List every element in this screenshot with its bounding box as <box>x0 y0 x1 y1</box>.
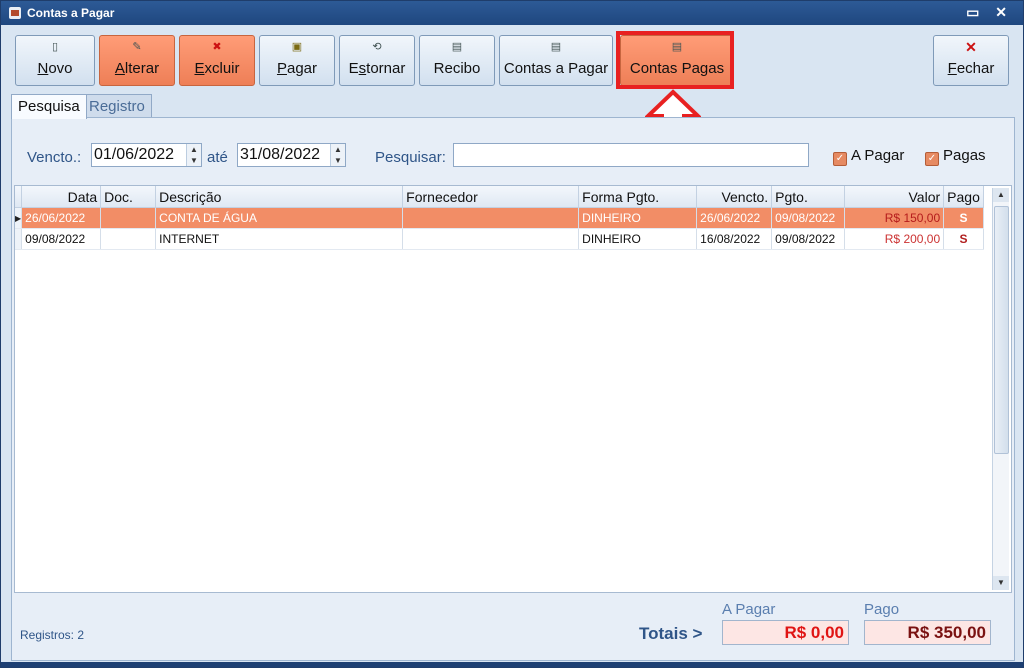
taskbar-edge <box>1 662 1023 667</box>
new-document-icon: ▯ <box>51 41 59 53</box>
date-from-field[interactable]: 01/06/2022 ▲ ▼ <box>91 143 202 167</box>
contas-a-pagar-button[interactable]: ▤ Contas a Pagar <box>499 35 613 86</box>
fechar-button[interactable]: ✕ Fechar <box>933 35 1009 86</box>
delete-icon: ✖ <box>212 41 222 53</box>
date-from-spinner[interactable]: ▲ ▼ <box>186 144 201 166</box>
app-icon <box>9 7 21 19</box>
a-pagar-total-label: A Pagar <box>722 601 776 618</box>
pago-total-value: R$ 350,00 <box>864 620 991 645</box>
recibo-button[interactable]: ▤ Recibo <box>419 35 495 86</box>
pagar-button[interactable]: ▣ Pagar <box>259 35 335 86</box>
reverse-icon: ⟲ <box>372 41 382 53</box>
totais-label: Totais > <box>639 624 703 643</box>
a-pagar-checkbox[interactable]: ✓ A Pagar <box>833 147 904 166</box>
checkbox-checked-icon: ✓ <box>925 152 939 166</box>
filter-bar: Vencto.: 01/06/2022 ▲ ▼ até 31/08/2022 ▲ ▼… <box>12 142 1014 172</box>
close-red-icon: ✕ <box>965 39 977 55</box>
toolbar: ▯ Novo ✎ Alterar ✖ Excluir ▣ Pagar ⟲ Est… <box>11 31 1017 89</box>
edit-icon: ✎ <box>132 41 142 53</box>
excluir-button[interactable]: ✖ Excluir <box>179 35 255 86</box>
date-to-spinner[interactable]: ▲ ▼ <box>330 144 345 166</box>
vencto-label: Vencto.: <box>27 149 82 166</box>
pesquisa-panel: Vencto.: 01/06/2022 ▲ ▼ até 31/08/2022 ▲ ▼… <box>11 117 1015 661</box>
receipt-icon: ▤ <box>451 41 463 53</box>
table-row[interactable]: 09/08/2022 INTERNET DINHEIRO 16/08/2022 … <box>15 228 984 250</box>
scroll-thumb[interactable] <box>994 206 1009 454</box>
col-pgto[interactable]: Pgto. <box>771 186 846 208</box>
scroll-down-icon[interactable]: ▼ <box>993 576 1009 590</box>
row-indicator-header <box>15 186 23 208</box>
tab-registro[interactable]: Registro <box>82 94 152 118</box>
report-icon: ▤ <box>550 41 562 53</box>
table-row[interactable]: ▶ 26/06/2022 CONTA DE ÁGUA DINHEIRO 26/0… <box>15 207 984 229</box>
vertical-scrollbar[interactable]: ▲ ▼ <box>992 188 1009 590</box>
grid-header-row: Data Doc. Descrição Fornecedor Forma Pgt… <box>15 186 984 208</box>
estornar-button[interactable]: ⟲ Estornar <box>339 35 415 86</box>
window-controls[interactable]: ▭ ✕ <box>966 4 1013 21</box>
col-descricao[interactable]: Descrição <box>155 186 404 208</box>
col-fornecedor[interactable]: Fornecedor <box>402 186 580 208</box>
col-valor[interactable]: Valor <box>844 186 945 208</box>
search-input[interactable] <box>453 143 809 167</box>
tab-pesquisa[interactable]: Pesquisa <box>11 94 87 119</box>
col-data[interactable]: Data <box>21 186 102 208</box>
a-pagar-total-value: R$ 0,00 <box>722 620 849 645</box>
highlight-box <box>616 31 734 89</box>
ate-label: até <box>207 149 228 166</box>
pay-icon: ▣ <box>291 41 303 53</box>
totals-footer: Registros: 2 Totais > A Pagar R$ 0,00 Pa… <box>12 596 1014 660</box>
pesquisar-label: Pesquisar: <box>375 149 446 166</box>
novo-button[interactable]: ▯ Novo <box>15 35 95 86</box>
pagas-checkbox[interactable]: ✓ Pagas <box>925 147 986 166</box>
pago-total-label: Pago <box>864 601 900 618</box>
col-forma-pgto[interactable]: Forma Pgto. <box>578 186 698 208</box>
window-title: Contas a Pagar <box>27 6 115 20</box>
contas-grid[interactable]: Data Doc. Descrição Fornecedor Forma Pgt… <box>14 185 1012 593</box>
contas-a-pagar-window: Contas a Pagar ▭ ✕ ▯ Novo ✎ Alterar ✖ Ex… <box>0 0 1024 668</box>
title-bar[interactable]: Contas a Pagar ▭ ✕ <box>1 1 1023 25</box>
row-pointer-icon: ▶ <box>15 207 23 229</box>
col-doc[interactable]: Doc. <box>100 186 157 208</box>
date-to-field[interactable]: 31/08/2022 ▲ ▼ <box>237 143 346 167</box>
scroll-up-icon[interactable]: ▲ <box>993 188 1009 202</box>
checkbox-checked-icon: ✓ <box>833 152 847 166</box>
alterar-button[interactable]: ✎ Alterar <box>99 35 175 86</box>
col-vencto[interactable]: Vencto. <box>696 186 773 208</box>
col-pago[interactable]: Pago <box>943 186 984 208</box>
novo-label: ovo <box>48 60 73 77</box>
registros-count: Registros: 2 <box>20 628 85 642</box>
